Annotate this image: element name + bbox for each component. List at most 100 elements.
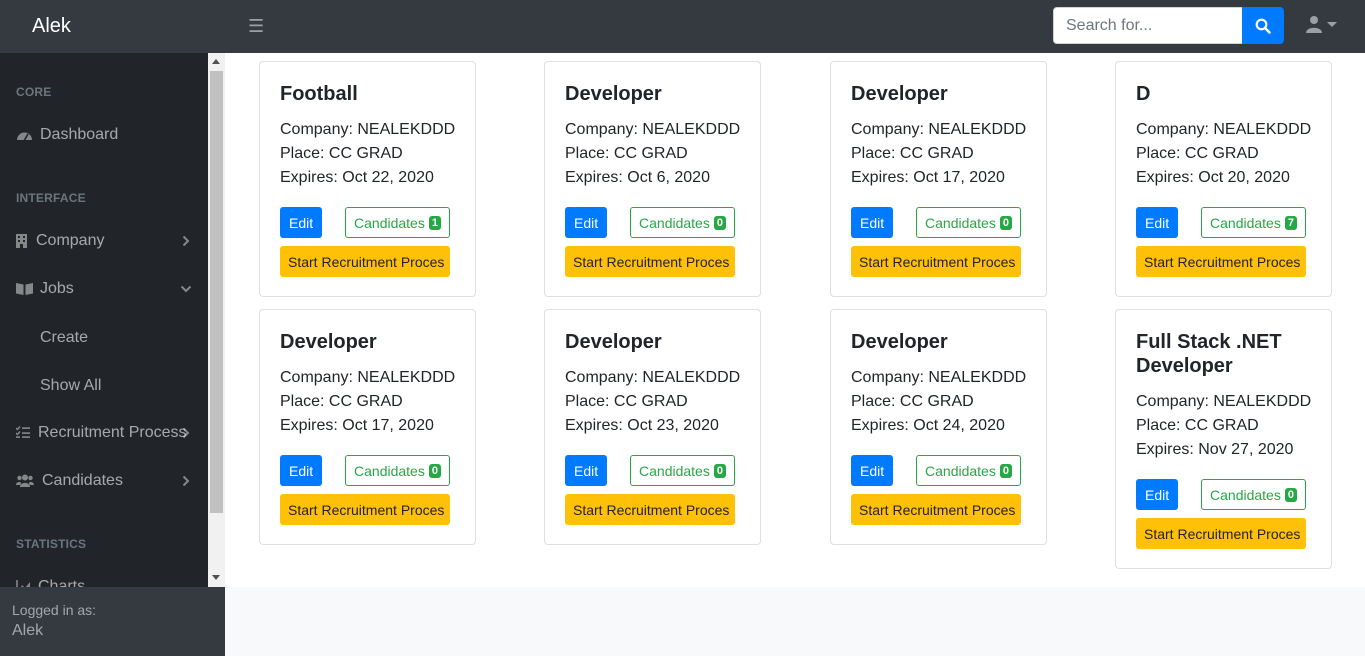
- sidebar-item-recruitment-process[interactable]: Recruitment Process: [0, 418, 208, 448]
- expires-label: Expires:: [565, 417, 628, 434]
- place-label: Place:: [565, 145, 614, 162]
- sidebar-heading-statistics: STATISTICS: [16, 537, 87, 551]
- candidates-label: Candidates: [1210, 214, 1281, 231]
- job-title: Full Stack .NET Developer: [1136, 331, 1282, 377]
- expires-value: Oct 24, 2020: [913, 417, 1005, 434]
- candidates-label: Candidates: [639, 462, 710, 479]
- company-label: Company:: [280, 369, 358, 386]
- edit-button[interactable]: Edit: [565, 207, 608, 238]
- job-expires-line: Expires: Nov 27, 2020: [1136, 441, 1293, 459]
- place-value: CC GRAD: [899, 145, 974, 162]
- edit-button[interactable]: Edit: [280, 455, 323, 486]
- job-expires-line: Expires: Oct 22, 2020: [280, 169, 434, 187]
- company-value: NEALEKDDD: [928, 369, 1027, 386]
- start-recruitment-button[interactable]: Start Recruitment Proces: [851, 494, 1021, 525]
- sidebar-subitem-create[interactable]: Create: [40, 329, 88, 347]
- sidebar-item-candidates[interactable]: Candidates: [0, 466, 208, 496]
- candidates-button[interactable]: Candidates 0: [345, 455, 450, 486]
- tasks-icon: [16, 426, 30, 438]
- candidates-button[interactable]: Candidates 0: [1201, 479, 1306, 510]
- start-recruitment-button[interactable]: Start Recruitment Proces: [1136, 246, 1306, 277]
- logged-in-label: Logged in as:: [12, 602, 97, 618]
- company-label: Company:: [1136, 121, 1214, 138]
- sidebar-item-company[interactable]: Company: [0, 226, 208, 256]
- place-label: Place:: [851, 393, 900, 410]
- edit-button[interactable]: Edit: [1136, 479, 1179, 510]
- candidates-count-badge: 7: [1284, 215, 1297, 230]
- candidates-count-badge: 1: [428, 215, 441, 230]
- job-card: Developer Company: NEALEKDDD Place: CC GRA…: [830, 309, 1047, 545]
- search-input[interactable]: [1053, 7, 1242, 44]
- top-navbar: Alek ☰: [0, 0, 1365, 53]
- candidates-button[interactable]: Candidates 0: [916, 207, 1021, 238]
- place-label: Place:: [280, 145, 329, 162]
- candidates-button[interactable]: Candidates 0: [630, 455, 735, 486]
- expires-value: Oct 23, 2020: [627, 417, 719, 434]
- scroll-up-arrow-icon[interactable]: [212, 59, 220, 64]
- chart-area-icon: [16, 580, 30, 587]
- book-open-icon: [16, 283, 33, 295]
- sidebar-item-charts[interactable]: Charts: [0, 572, 208, 587]
- job-place-line: Place: CC GRAD: [280, 145, 403, 163]
- job-company-line: Company: NEALEKDDD: [851, 369, 1026, 387]
- start-recruitment-button[interactable]: Start Recruitment Proces: [280, 494, 450, 525]
- expires-value: Nov 27, 2020: [1198, 441, 1294, 458]
- users-icon: [16, 474, 34, 487]
- sidebar-item-label: Dashboard: [40, 126, 119, 143]
- place-value: CC GRAD: [613, 393, 688, 410]
- company-value: NEALEKDDD: [1213, 121, 1312, 138]
- candidates-button[interactable]: Candidates 0: [916, 455, 1021, 486]
- edit-button[interactable]: Edit: [280, 207, 323, 238]
- place-value: CC GRAD: [613, 145, 688, 162]
- place-value: CC GRAD: [1184, 145, 1259, 162]
- candidates-label: Candidates: [925, 214, 996, 231]
- company-value: NEALEKDDD: [642, 121, 741, 138]
- company-value: NEALEKDDD: [357, 369, 456, 386]
- sidebar-item-jobs[interactable]: Jobs: [0, 274, 208, 304]
- place-value: CC GRAD: [1184, 417, 1259, 434]
- job-card: Developer Company: NEALEKDDD Place: CC GRA…: [259, 309, 476, 545]
- start-recruitment-button[interactable]: Start Recruitment Proces: [565, 246, 735, 277]
- start-recruitment-button[interactable]: Start Recruitment Proces: [851, 246, 1021, 277]
- candidates-button[interactable]: Candidates 0: [630, 207, 735, 238]
- start-recruitment-button[interactable]: Start Recruitment Proces: [1136, 518, 1306, 549]
- company-label: Company:: [565, 121, 643, 138]
- sidebar-footer: Logged in as: Alek: [0, 587, 225, 656]
- search-button[interactable]: [1242, 7, 1284, 44]
- job-place-line: Place: CC GRAD: [851, 145, 974, 163]
- chevron-down-icon: [1327, 21, 1337, 27]
- scrollbar-thumb[interactable]: [210, 71, 223, 513]
- expires-label: Expires:: [1136, 441, 1199, 458]
- candidates-label: Candidates: [354, 462, 425, 479]
- sidebar-heading-core: CORE: [16, 85, 52, 99]
- expires-value: Oct 17, 2020: [342, 417, 434, 434]
- sidebar-item-dashboard[interactable]: Dashboard: [0, 120, 208, 150]
- job-company-line: Company: NEALEKDDD: [851, 121, 1026, 139]
- candidates-label: Candidates: [354, 214, 425, 231]
- sidebar-heading-interface: INTERFACE: [16, 191, 86, 205]
- navbar-brand[interactable]: Alek: [32, 15, 71, 38]
- edit-button[interactable]: Edit: [565, 455, 608, 486]
- sidebar-item-label: Candidates: [42, 472, 123, 489]
- start-recruitment-button[interactable]: Start Recruitment Proces: [280, 246, 450, 277]
- edit-button[interactable]: Edit: [1136, 207, 1179, 238]
- edit-button[interactable]: Edit: [851, 455, 894, 486]
- job-place-line: Place: CC GRAD: [851, 393, 974, 411]
- candidates-button[interactable]: Candidates 7: [1201, 207, 1306, 238]
- sidebar-toggle-icon[interactable]: ☰: [248, 16, 264, 37]
- scroll-down-arrow-icon[interactable]: [212, 575, 220, 580]
- job-company-line: Company: NEALEKDDD: [565, 369, 740, 387]
- chevron-down-icon: [180, 285, 192, 293]
- sidebar-scrollbar[interactable]: [208, 53, 225, 587]
- sidebar-subitem-show-all[interactable]: Show All: [40, 377, 101, 395]
- candidates-button[interactable]: Candidates 1: [345, 207, 450, 238]
- start-recruitment-button[interactable]: Start Recruitment Proces: [565, 494, 735, 525]
- user-menu-dropdown[interactable]: [1306, 15, 1337, 33]
- search-group: [1053, 7, 1284, 44]
- job-title: Developer: [565, 83, 662, 105]
- company-label: Company:: [851, 369, 929, 386]
- job-card: D Company: NEALEKDDD Place: CC GRAD Expires…: [1115, 61, 1332, 297]
- job-place-line: Place: CC GRAD: [565, 393, 688, 411]
- edit-button[interactable]: Edit: [851, 207, 894, 238]
- expires-label: Expires:: [280, 169, 343, 186]
